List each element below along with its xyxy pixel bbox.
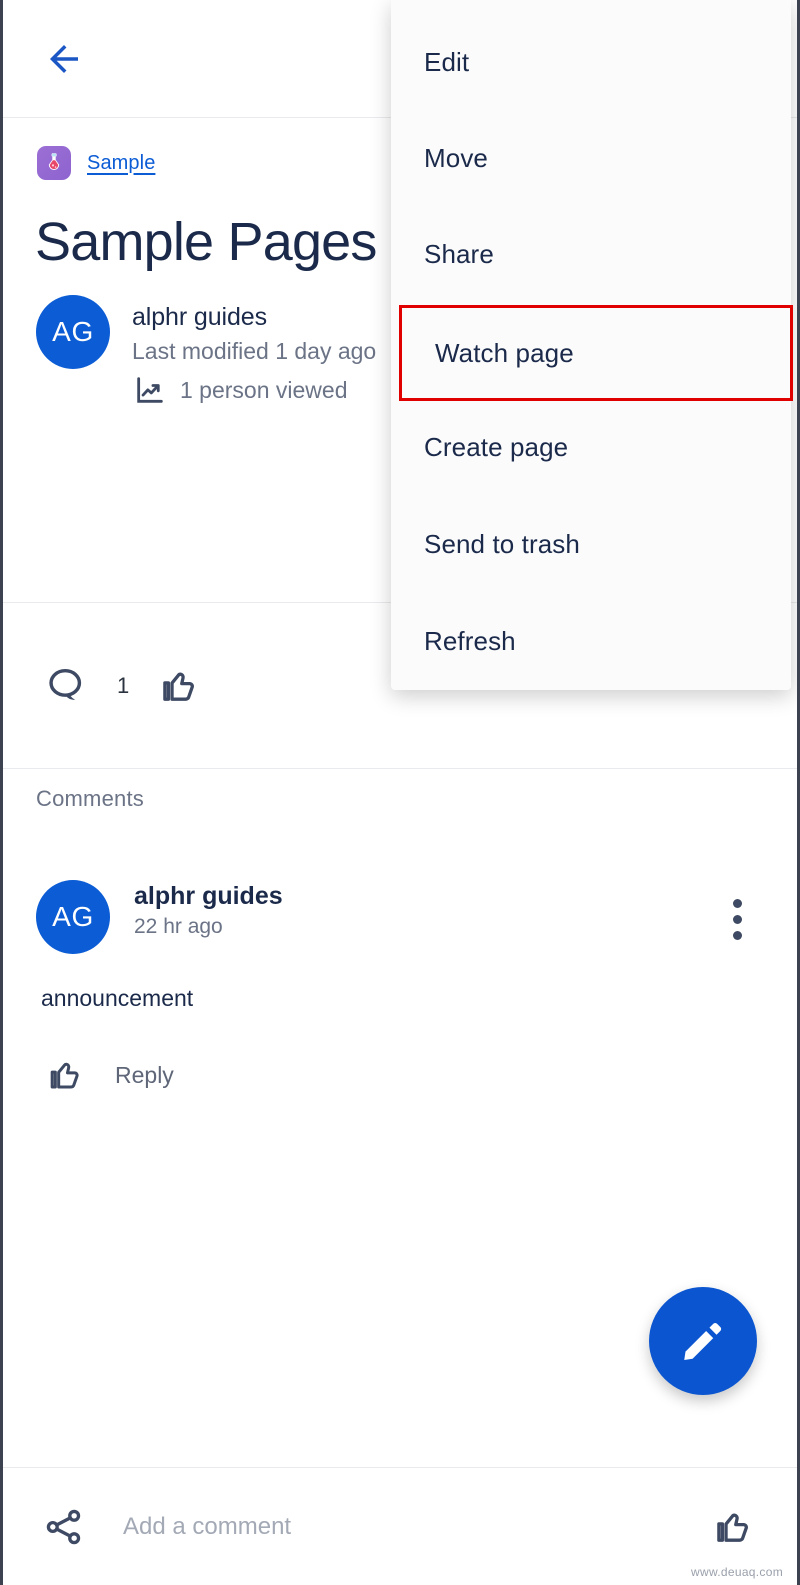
last-modified-text: Last modified 1 day ago xyxy=(132,338,377,364)
back-button[interactable] xyxy=(36,31,92,87)
menu-item-refresh[interactable]: Refresh xyxy=(391,593,791,689)
views-count-text: 1 person viewed xyxy=(180,376,348,403)
arrow-left-icon xyxy=(50,44,78,73)
comment-body-text: announcement xyxy=(41,985,194,1011)
thumbs-up-icon xyxy=(717,1513,748,1542)
comment-author-name: alphr guides xyxy=(134,882,283,910)
views-row: 1 person viewed xyxy=(132,374,376,406)
space-name-link[interactable]: Sample xyxy=(87,152,155,175)
author-name: alphr guides xyxy=(132,303,268,331)
menu-item-share[interactable]: Share xyxy=(391,206,791,302)
watermark: www.deuaq.com xyxy=(691,1565,783,1579)
comments-section: Comments AG alphr guides 22 hr ago annou… xyxy=(3,770,797,1585)
bottom-like-button[interactable] xyxy=(711,1505,755,1549)
pencil-edit-icon xyxy=(684,1323,722,1360)
trending-up-icon xyxy=(137,377,163,403)
author-block: AG alphr guides Last modified 1 day ago … xyxy=(36,295,376,406)
more-vertical-icon xyxy=(732,898,742,908)
comment-header: AG alphr guides 22 hr ago xyxy=(36,880,283,954)
menu-item-move[interactable]: Move xyxy=(391,110,791,206)
page-title: Sample Pages xyxy=(35,212,377,272)
comment-like-button[interactable] xyxy=(45,1055,85,1095)
menu-item-send-to-trash[interactable]: Send to trash xyxy=(391,496,791,592)
comment-timestamp: 22 hr ago xyxy=(134,915,223,938)
thumbs-up-icon xyxy=(50,1062,79,1089)
comments-section-label: Comments xyxy=(36,786,144,811)
comment-reply-button[interactable]: Reply xyxy=(115,1062,174,1089)
app-screen: Sample Sample Pages AG alphr guides Last… xyxy=(0,0,800,1585)
menu-item-create-page[interactable]: Create page xyxy=(391,399,791,495)
more-vertical-icon xyxy=(732,914,742,924)
add-comment-input[interactable] xyxy=(123,1512,711,1541)
comment-actions: Reply xyxy=(45,1055,174,1095)
page-actions-menu: Edit Move Share Watch page Create page S… xyxy=(391,0,793,690)
space-breadcrumb[interactable]: Sample xyxy=(37,146,155,180)
comment-count: 1 xyxy=(117,673,130,698)
menu-item-edit[interactable]: Edit xyxy=(391,14,791,110)
thumbs-up-icon xyxy=(163,672,195,701)
comment-avatar[interactable]: AG xyxy=(36,880,110,954)
create-edit-fab[interactable] xyxy=(649,1287,757,1395)
more-vertical-icon xyxy=(732,930,742,940)
like-button[interactable] xyxy=(157,664,201,708)
flask-potion-icon xyxy=(37,146,71,180)
share-icon xyxy=(46,1509,81,1544)
speech-bubble-icon xyxy=(49,668,82,700)
menu-item-watch-page[interactable]: Watch page xyxy=(399,305,793,401)
bottom-action-bar xyxy=(3,1467,797,1585)
share-button[interactable] xyxy=(43,1506,85,1548)
comment-count-button[interactable] xyxy=(43,663,89,709)
author-avatar[interactable]: AG xyxy=(36,295,110,369)
comment-overflow-menu-button[interactable] xyxy=(717,895,757,943)
